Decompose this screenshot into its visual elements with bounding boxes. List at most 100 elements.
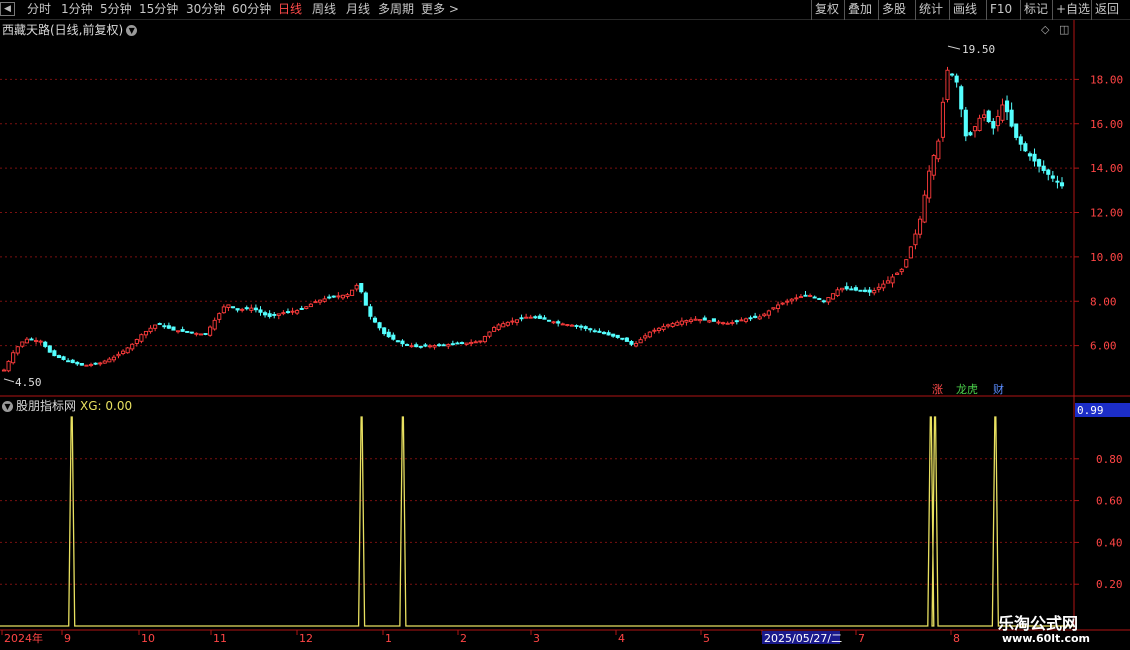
candle-body	[20, 341, 25, 347]
candle-body	[1037, 159, 1042, 167]
candle-body	[917, 218, 923, 235]
candle-body	[542, 317, 547, 320]
candle-body	[560, 323, 565, 326]
candle-body	[551, 321, 556, 324]
candle-body	[638, 339, 643, 344]
candle-body	[675, 321, 680, 326]
candle-body	[29, 338, 34, 341]
candle-body	[263, 312, 268, 316]
candle-body	[350, 289, 355, 296]
candle-body	[317, 299, 323, 303]
badge-fin[interactable]: 财	[992, 383, 1005, 396]
candle-body	[70, 359, 75, 364]
candle-body	[624, 337, 629, 342]
candle-body	[721, 322, 726, 325]
candle-body	[986, 110, 991, 123]
candle-body	[400, 340, 405, 345]
candle-body	[835, 289, 840, 297]
candle-body	[546, 319, 552, 322]
candle-body	[285, 311, 291, 314]
candle-body	[455, 342, 460, 345]
candle-body	[395, 340, 400, 343]
candle-body	[487, 331, 492, 337]
candle-body	[377, 322, 382, 329]
candle-body	[840, 287, 845, 291]
candle-body	[281, 312, 286, 315]
candle-body	[904, 259, 909, 268]
candle-body	[414, 344, 419, 348]
candle-body	[194, 332, 199, 335]
candle-body	[391, 334, 396, 340]
candle-body	[528, 316, 533, 319]
candle-body	[858, 289, 863, 292]
candle-body	[1014, 123, 1019, 138]
price-tick-label: 18.00	[1090, 73, 1123, 86]
candle-body	[1046, 169, 1051, 175]
time-tick-label: 2025/05/27/二	[764, 632, 842, 645]
candle-body	[574, 325, 579, 327]
badge-up[interactable]: 涨	[931, 383, 944, 396]
candle-body	[93, 362, 98, 365]
time-tick-label: 11	[213, 632, 227, 645]
candle-body	[1023, 143, 1028, 152]
candle-body	[972, 126, 978, 132]
candle-body	[702, 317, 707, 321]
candle-body	[295, 310, 300, 314]
candle-body	[185, 330, 190, 333]
candle-body	[647, 331, 652, 338]
candle-body	[615, 334, 620, 338]
candle-body	[437, 344, 442, 347]
candle-body	[963, 109, 968, 137]
candle-body	[492, 327, 497, 332]
watermark-title: 乐淘公式网	[998, 614, 1079, 633]
candle-body	[162, 325, 167, 328]
candle-body	[382, 327, 387, 335]
candle-body	[6, 360, 11, 372]
badge-dragon[interactable]: 龙虎	[955, 383, 979, 396]
candle-body	[514, 319, 520, 323]
candle-body	[84, 364, 89, 367]
candle-body	[821, 300, 826, 303]
candle-body	[47, 345, 52, 353]
candle-body	[244, 307, 249, 310]
candle-body	[134, 339, 139, 344]
candle-body	[345, 294, 350, 297]
chevron-down-icon[interactable]: ▼	[2, 401, 13, 412]
candle-body	[927, 170, 932, 199]
candle-body	[505, 321, 510, 326]
indicator-tick-label: 0.20	[1096, 578, 1123, 591]
price-tick-label: 6.00	[1090, 340, 1117, 353]
candle-body	[950, 73, 955, 76]
candle-body	[322, 298, 327, 302]
candle-body	[354, 284, 359, 290]
candle-body	[441, 344, 446, 347]
time-tick-label: 4	[618, 632, 625, 645]
price-tick-label: 16.00	[1090, 118, 1123, 131]
candle-body	[75, 361, 80, 365]
badge-up-label: 涨	[932, 383, 943, 396]
price-tick-label: 14.00	[1090, 162, 1123, 175]
candle-body	[496, 324, 501, 330]
candle-body	[130, 343, 135, 350]
candle-body	[56, 355, 62, 359]
candle-body	[959, 86, 964, 110]
time-tick-label: 10	[141, 632, 155, 645]
time-tick-label: 2024年	[4, 631, 43, 645]
watermark-url: www.60lt.com	[1002, 632, 1091, 645]
indicator-current-value: 0.99	[1077, 404, 1104, 417]
candle-body	[830, 293, 836, 300]
candle-body	[643, 335, 648, 339]
candle-body	[679, 320, 684, 325]
candle-body	[423, 344, 428, 347]
candle-body	[336, 295, 341, 298]
candle-body	[629, 341, 634, 345]
candle-body	[15, 346, 20, 354]
candle-body	[533, 316, 538, 319]
candle-body	[304, 306, 309, 309]
candle-body	[743, 318, 749, 322]
candle-body	[945, 69, 950, 101]
candle-body	[592, 330, 597, 333]
candle-body	[327, 296, 332, 299]
candle-body	[1050, 175, 1055, 179]
candle-body	[853, 287, 858, 291]
